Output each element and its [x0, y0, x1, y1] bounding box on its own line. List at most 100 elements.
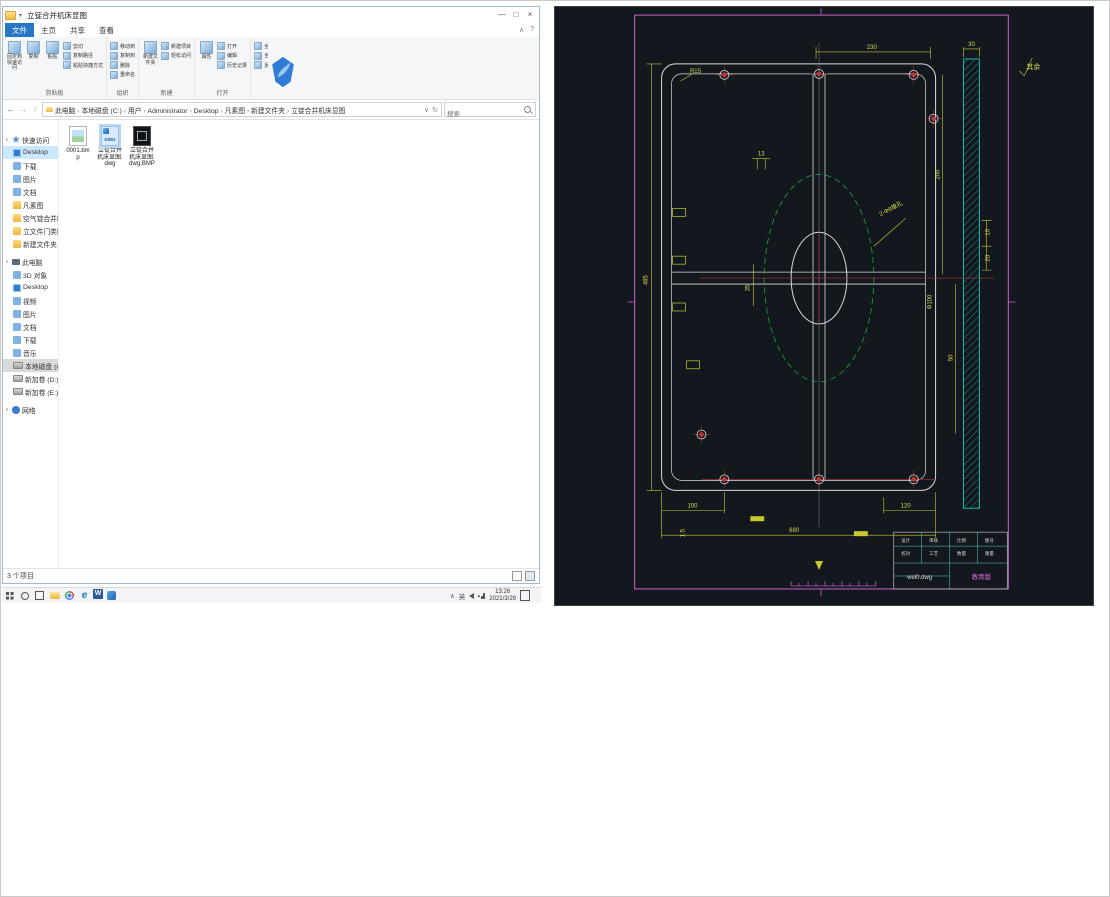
nav-item[interactable]: 空气锭合并图纸: [3, 211, 58, 224]
breadcrumb-box[interactable]: 此电脑 › 本地磁盘 (C:) › 用户 › Administrator › D…: [42, 102, 442, 117]
ribbon-button[interactable]: 移动到: [110, 42, 135, 50]
tab-主页[interactable]: 主页: [34, 23, 63, 37]
ribbon-button[interactable]: 打开: [217, 42, 247, 50]
file-item[interactable]: DWG立锭合并机床显图.dwg: [97, 126, 123, 168]
word-button[interactable]: W: [93, 589, 103, 599]
ribbon-button[interactable]: 复制路径: [63, 52, 103, 60]
ribbon-button[interactable]: 粘贴: [44, 39, 61, 61]
maximize-button[interactable]: □: [509, 8, 523, 22]
cad-text: 20: [985, 254, 991, 261]
ribbon-button[interactable]: 复制到: [110, 52, 135, 60]
minimize-button[interactable]: —: [495, 8, 509, 22]
ribbon-button[interactable]: 固定到快速访问: [6, 39, 23, 72]
close-button[interactable]: ×: [523, 8, 537, 22]
ribbon-button[interactable]: 新建文件夹: [142, 39, 159, 66]
search-button[interactable]: [18, 589, 31, 603]
nav-item[interactable]: ∨此电脑: [3, 255, 58, 268]
desktop-icon: [13, 284, 21, 292]
nav-item[interactable]: 新加卷 (D:): [3, 372, 58, 385]
nav-item[interactable]: 文档: [3, 320, 58, 333]
nav-item[interactable]: 3D 对象: [3, 268, 58, 281]
nav-item[interactable]: Desktop: [3, 281, 58, 294]
ribbon-button[interactable]: 剪切: [63, 42, 103, 50]
nav-item[interactable]: 新加卷 (E:): [3, 385, 58, 398]
ribbon-button[interactable]: 属性: [198, 39, 215, 61]
forward-button[interactable]: →: [18, 105, 28, 114]
nav-item[interactable]: 文档: [3, 185, 58, 198]
nav-item[interactable]: 凡素图: [3, 198, 58, 211]
breadcrumb-segment[interactable]: 凡素图: [225, 108, 245, 115]
ribbon-group-label: 打开: [198, 87, 247, 99]
taskbar-clock[interactable]: 13:26 2021/3/29: [489, 589, 516, 603]
chevron-down-icon[interactable]: ∨: [5, 137, 10, 143]
task-view-button[interactable]: [33, 589, 46, 603]
cad-drawing[interactable]: 485680100120230133550205301020Φ1002-Φ9锥孔…: [555, 7, 1093, 605]
cad-button[interactable]: [105, 589, 118, 603]
nav-item[interactable]: 图片: [3, 307, 58, 320]
ribbon-button[interactable]: 重命名: [110, 71, 135, 79]
chrome-button[interactable]: [63, 589, 76, 603]
ime-indicator[interactable]: 英: [459, 591, 466, 601]
nav-item[interactable]: 立文件门类图: [3, 224, 58, 237]
start-button[interactable]: [3, 589, 16, 603]
ribbon-collapse-icon[interactable]: ∧: [519, 26, 524, 34]
file-explorer-button[interactable]: [48, 589, 61, 603]
refresh-icon[interactable]: ↻: [432, 106, 438, 114]
nav-item[interactable]: 本地磁盘 (C:): [3, 359, 58, 372]
tab-查看[interactable]: 查看: [92, 23, 121, 37]
network-icon[interactable]: [478, 593, 485, 599]
nav-item[interactable]: 视频: [3, 294, 58, 307]
nav-item[interactable]: 下载: [3, 333, 58, 346]
breadcrumb-segment[interactable]: 立锭合并机床显图: [291, 108, 345, 115]
nav-item[interactable]: ∨网络: [3, 403, 58, 416]
cad-text: 485: [644, 274, 650, 285]
nav-item-label: 3D 对象: [23, 270, 47, 280]
search-input[interactable]: [445, 108, 535, 121]
chevron-down-icon[interactable]: ∨: [5, 259, 10, 265]
nav-item[interactable]: 新建文件夹: [3, 237, 58, 250]
thumbnails-view-icon[interactable]: [525, 571, 535, 581]
nav-item[interactable]: Desktop: [3, 146, 58, 159]
edge-button[interactable]: e: [78, 589, 91, 603]
ribbon-button[interactable]: 轻松访问: [161, 52, 191, 60]
nav-item[interactable]: 图片: [3, 172, 58, 185]
nav-item[interactable]: 下载: [3, 159, 58, 172]
breadcrumb-segment[interactable]: 新建文件夹: [251, 108, 285, 115]
tray-chevron-icon[interactable]: ∧: [450, 592, 455, 600]
up-button[interactable]: ↑: [30, 105, 40, 114]
file-item[interactable]: 0001.bmp: [65, 126, 91, 161]
nav-item[interactable]: ∨快速访问: [3, 133, 58, 146]
file-list[interactable]: 0001.bmpDWG立锭合并机床显图.dwg立锭合并机床显图.dwg.BMP: [59, 120, 539, 568]
help-icon[interactable]: ?: [530, 26, 534, 34]
ribbon-button[interactable]: 全部选择: [254, 42, 268, 50]
cad-text: R15: [690, 69, 702, 75]
ribbon-button[interactable]: 编辑: [217, 52, 247, 60]
back-button[interactable]: ←: [6, 105, 16, 114]
ribbon-button[interactable]: 反向选择: [254, 61, 268, 69]
window-title: 立锭合并机床显图: [27, 10, 87, 21]
nav-item-label: 下载: [23, 335, 37, 345]
volume-icon[interactable]: [469, 593, 474, 599]
notification-center-icon[interactable]: [520, 590, 530, 601]
tab-文件[interactable]: 文件: [5, 23, 34, 37]
breadcrumb-segment[interactable]: 用户: [128, 108, 142, 115]
ribbon-button[interactable]: 全部取消选择: [254, 52, 268, 60]
ribbon-group: 新建文件夹新建项目轻松访问新建: [139, 37, 195, 99]
ribbon-button[interactable]: 新建项目: [161, 42, 191, 50]
ribbon-button[interactable]: 复制: [25, 39, 42, 61]
chevron-down-icon[interactable]: ∨: [5, 407, 10, 413]
file-item[interactable]: 立锭合并机床显图.dwg.BMP: [129, 126, 155, 168]
nav-item[interactable]: 音乐: [3, 346, 58, 359]
ribbon-button[interactable]: 粘贴快捷方式: [63, 61, 103, 69]
breadcrumb-segment[interactable]: Administrator: [148, 108, 188, 115]
breadcrumb-segment[interactable]: 此电脑: [55, 108, 75, 115]
details-view-icon[interactable]: [512, 571, 522, 581]
breadcrumb-segment[interactable]: Desktop: [194, 108, 219, 115]
ribbon-button[interactable]: 历史记录: [217, 61, 247, 69]
quick-access-toolbar-icon[interactable]: ▾: [19, 12, 22, 19]
tab-共享[interactable]: 共享: [63, 23, 92, 37]
breadcrumb-segment[interactable]: 本地磁盘 (C:): [81, 108, 121, 115]
address-dropdown-icon[interactable]: ∨: [424, 106, 429, 114]
ribbon-button-icon: [110, 71, 118, 79]
ribbon-button[interactable]: 删除: [110, 61, 135, 69]
